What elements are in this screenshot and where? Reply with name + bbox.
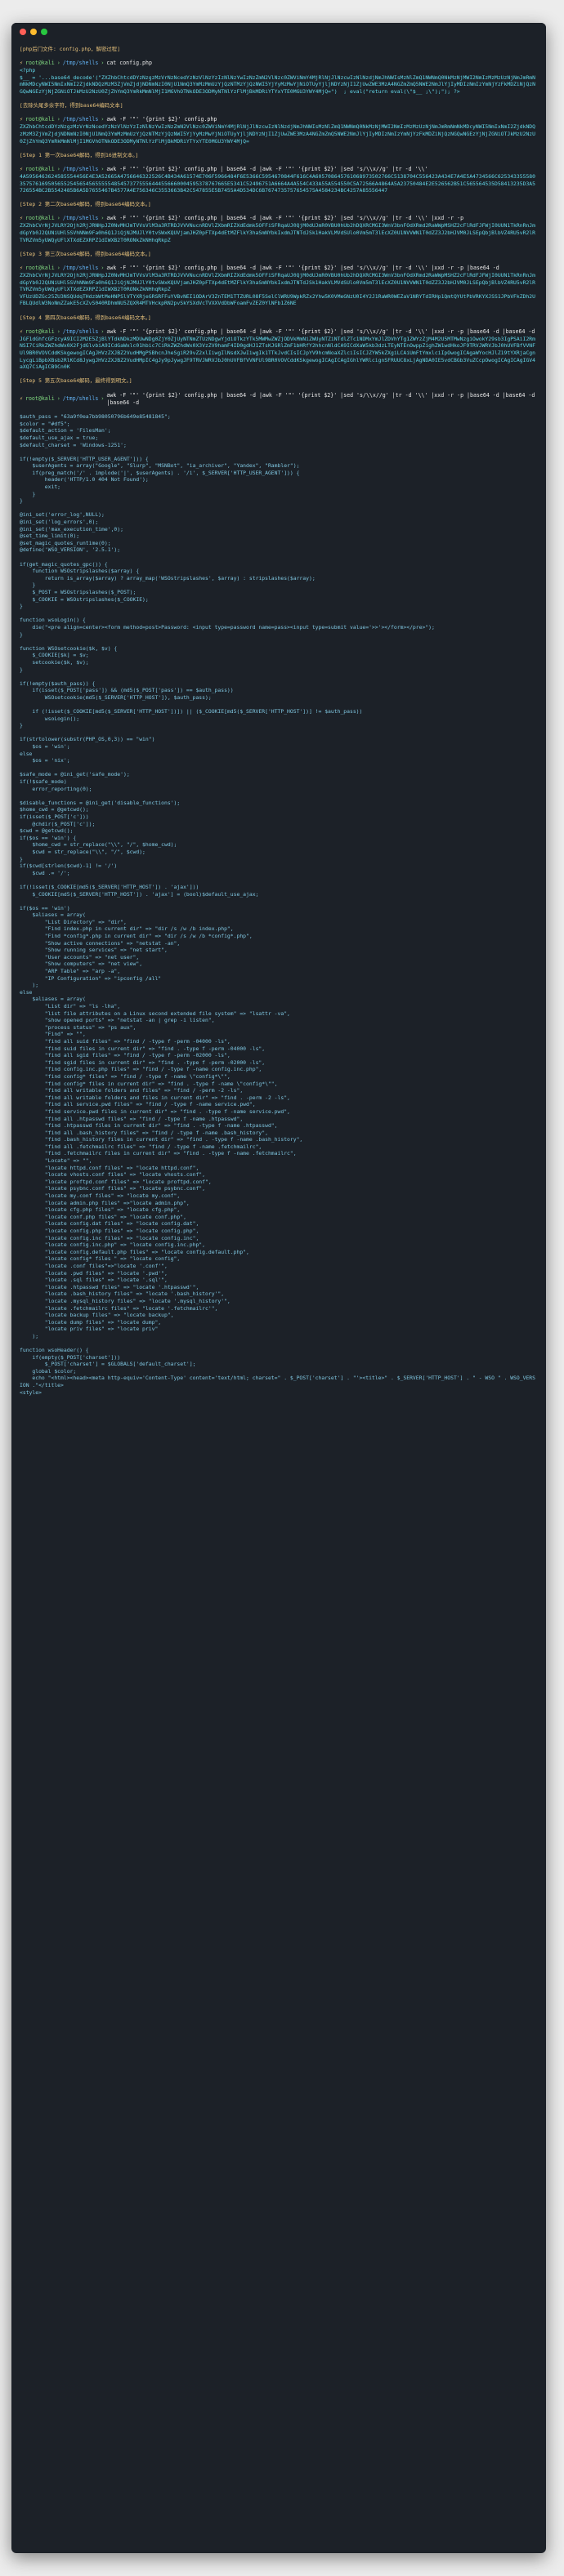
command-text: awk -F '"' '{print $2}' config.php | bas… [106,215,464,222]
shell-prompt: ⚡ root@kali ›/tmp/shells › awk -F '"' '{prin… [20,392,538,407]
command-output: ZXZhbCVrNjJVLRY2Ojh2RjJRNHpJZ0NvMHJmTVVs… [20,272,535,307]
close-window-button[interactable] [20,29,26,35]
step-annotation: [Step 5 第五次base64解码，最终得到明文。] [20,377,132,385]
command-text: cat config.php [106,60,152,67]
prompt-user: root@kali [25,395,55,403]
terminal-icon: ⚡ [20,265,23,272]
shell-prompt: ⚡ root@kali ›/tmp/shells › awk -F '"' '{prin… [20,166,538,173]
command-text: awk -F '"' '{print $2}' config.php | bas… [106,328,535,335]
terminal-icon: ⚡ [20,60,23,67]
prompt-directory: /tmp/shells [62,265,99,272]
prompt-user: root@kali [25,328,55,335]
terminal-icon: ⚡ [20,215,23,222]
title-bar [11,23,546,41]
step-annotation: [Step 4 第四次base64解码，得到base64编码文本。] [20,314,151,321]
command-output: ZXZhbCVrNjJVLRY2Ojh2RjJRNHpJZ0NvMHJmTVVs… [20,222,535,243]
maximize-window-button[interactable] [41,29,47,35]
prompt-user: root@kali [25,60,55,67]
prompt-separator-icon: › [56,395,60,403]
terminal-icon: ⚡ [20,116,23,123]
terminal-icon: ⚡ [20,395,23,403]
prompt-separator-icon: › [101,265,105,272]
shell-prompt: ⚡ root@kali ›/tmp/shells › awk -F '"' '{prin… [20,215,538,222]
prompt-directory: /tmp/shells [62,395,99,403]
prompt-directory: /tmp/shells [62,215,99,222]
shell-prompt: ⚡ root@kali ›/tmp/shells › awk -F '"' '{prin… [20,265,538,272]
prompt-separator-icon: › [56,116,60,123]
prompt-directory: /tmp/shells [62,60,99,67]
command-text: awk -F '"' '{print $2}' config.php | bas… [106,265,499,272]
step-annotation: [php后门文件: config.php，解密过程] [20,46,120,52]
prompt-user: root@kali [25,116,55,123]
shell-prompt: ⚡ root@kali ›/tmp/shells › awk -F '"' '{prin… [20,328,538,336]
prompt-separator-icon: › [101,395,105,403]
terminal-output: [php后门文件: config.php，解密过程] ⚡ root@kali ›/tm… [11,41,546,1403]
command-text: awk -F '"' '{print $2}' config.php [106,116,217,123]
command-text: awk -F '"' '{print $2}' config.php | bas… [106,391,535,406]
shell-prompt: ⚡ root@kali ›/tmp/shells › cat config.php [20,60,538,67]
terminal-icon: ⚡ [20,165,23,172]
prompt-user: root@kali [25,165,55,172]
shell-prompt: ⚡ root@kali ›/tmp/shells › awk -F '"' '{prin… [20,116,538,123]
prompt-separator-icon: › [101,328,105,335]
terminal-window: [php后门文件: config.php，解密过程] ⚡ root@kali ›/tm… [11,23,546,2553]
prompt-separator-icon: › [101,60,105,67]
prompt-directory: /tmp/shells [62,116,99,123]
step-annotation: [Step 3 第三次base64解码，得到base64编码文本。] [20,250,151,257]
prompt-separator-icon: › [56,60,60,67]
prompt-separator-icon: › [56,328,60,335]
prompt-separator-icon: › [101,215,105,222]
command-output: <?php $__ = '...base64_decode'("ZXZhbCht… [20,67,535,95]
minimize-window-button[interactable] [30,29,37,35]
command-output: ZXZhbChtcdDYzNzgzMzVrNzNcedYzNzVlNzYzIzN… [20,123,535,145]
command-text: awk -F '"' '{print $2}' config.php | bas… [106,165,428,172]
prompt-user: root@kali [25,265,55,272]
prompt-separator-icon: › [56,215,60,222]
step-annotation: [去除头尾多余字符，得到base64编码文本] [20,102,123,109]
step-annotation: [Step 2 第二次base64解码，得到base64编码文本。] [20,201,151,208]
prompt-directory: /tmp/shells [62,165,99,172]
prompt-separator-icon: › [56,165,60,172]
prompt-separator-icon: › [101,116,105,123]
prompt-separator-icon: › [101,165,105,172]
command-output: 4A5956463624585554456E4E3A52665A47566463… [20,172,535,194]
prompt-directory: /tmp/shells [62,328,99,335]
prompt-separator-icon: › [56,265,60,272]
prompt-user: root@kali [25,215,55,222]
step-annotation: [Step 1 第一次base64解码，得到16进制文本。] [20,151,139,158]
decoded-php-source: $auth_pass = "63a9f0ea7bb98050796b649e85… [20,413,535,1396]
command-output: JGF1dGhfcGFzcyA9ICI2M2E5ZjBlYTdkNDkzMDUw… [20,335,535,371]
terminal-icon: ⚡ [20,328,23,335]
